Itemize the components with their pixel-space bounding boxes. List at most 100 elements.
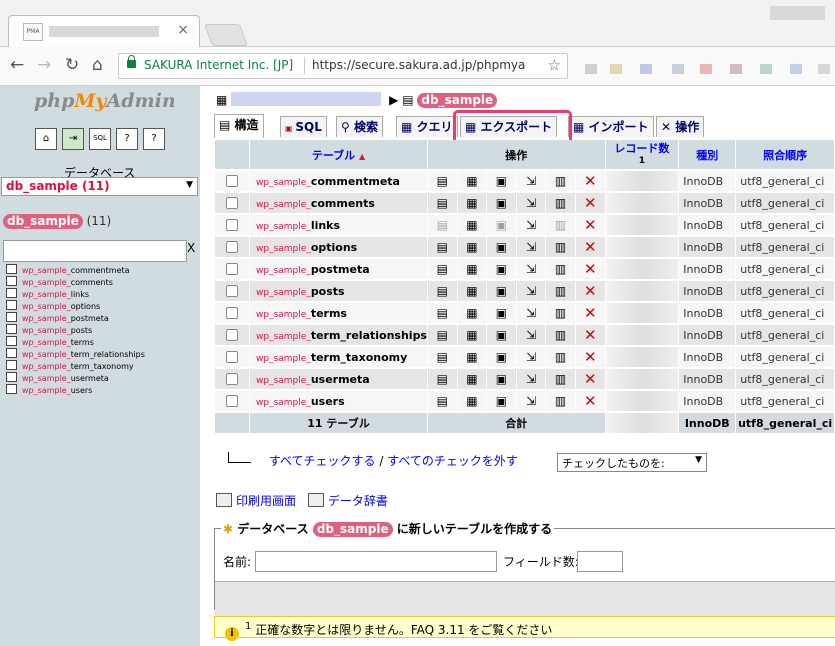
insert-action[interactable]: ⇲: [516, 281, 546, 301]
row-checkbox[interactable]: [226, 285, 238, 297]
structure-action[interactable]: ▦: [457, 259, 487, 279]
drop-action[interactable]: ✕: [575, 325, 605, 345]
breadcrumb-database[interactable]: db_sample: [417, 93, 498, 108]
tab-search[interactable]: ⚲ 検索: [336, 116, 383, 137]
documentation-icon[interactable]: ?: [143, 128, 165, 150]
browse-action[interactable]: ▤: [427, 215, 457, 235]
empty-action[interactable]: ▥: [546, 303, 575, 323]
table-name-cell[interactable]: wp_sample_postmeta: [250, 259, 427, 279]
reload-icon[interactable]: ↻: [65, 55, 79, 75]
drop-action[interactable]: ✕: [575, 391, 605, 411]
insert-action[interactable]: ⇲: [516, 325, 546, 345]
bookmark-star-icon[interactable]: ☆: [548, 56, 561, 74]
clear-filter-button[interactable]: X: [187, 241, 195, 255]
table-name-cell[interactable]: wp_sample_term_relationships: [250, 325, 427, 345]
url-text[interactable]: https://secure.sakura.ad.jp/phpmya: [312, 58, 534, 72]
with-selected-select[interactable]: チェックしたものを: ▼: [557, 453, 707, 472]
extension-icon[interactable]: [672, 64, 684, 74]
insert-action[interactable]: ⇲: [516, 215, 546, 235]
sidebar-table-item[interactable]: wp_sample_term_relationships: [6, 348, 145, 360]
structure-action[interactable]: ▦: [457, 237, 487, 257]
drop-action[interactable]: ✕: [575, 303, 605, 323]
row-checkbox[interactable]: [226, 373, 238, 385]
help-icon[interactable]: ?: [116, 128, 138, 150]
collation-column-header[interactable]: 照合順序: [736, 140, 834, 169]
search-action[interactable]: ▣: [487, 369, 516, 389]
extension-icon[interactable]: [640, 64, 652, 74]
sidebar-table-item[interactable]: wp_sample_terms: [6, 336, 145, 348]
forward-icon[interactable]: →: [37, 55, 51, 75]
tab-query[interactable]: ▦ クエリ: [396, 116, 458, 137]
browse-action[interactable]: ▤: [427, 391, 457, 411]
address-bar[interactable]: SAKURA Internet Inc. [JP] https://secure…: [118, 53, 568, 79]
table-name-cell[interactable]: wp_sample_terms: [250, 303, 427, 323]
table-name-cell[interactable]: wp_sample_comments: [250, 193, 427, 213]
records-column-header[interactable]: レコード数 1: [605, 140, 679, 169]
drop-action[interactable]: ✕: [575, 237, 605, 257]
table-name-cell[interactable]: wp_sample_links: [250, 215, 427, 235]
back-icon[interactable]: ←: [10, 55, 24, 75]
empty-action[interactable]: ▥: [546, 369, 575, 389]
structure-action[interactable]: ▦: [457, 171, 487, 191]
structure-action[interactable]: ▦: [457, 303, 487, 323]
sql-query-icon[interactable]: SQL: [89, 128, 111, 150]
search-action[interactable]: ▣: [487, 193, 516, 213]
database-select[interactable]: db_sample (11) ▼: [1, 177, 198, 196]
browse-action[interactable]: ▤: [427, 237, 457, 257]
insert-action[interactable]: ⇲: [516, 259, 546, 279]
structure-action[interactable]: ▦: [457, 347, 487, 367]
phpmyadmin-logo[interactable]: phpMyAdmin: [34, 90, 176, 112]
structure-action[interactable]: ▦: [457, 193, 487, 213]
structure-action[interactable]: ▦: [457, 369, 487, 389]
insert-action[interactable]: ⇲: [516, 193, 546, 213]
browse-action[interactable]: ▤: [427, 325, 457, 345]
table-column-header[interactable]: テーブル ▲: [250, 140, 427, 169]
empty-action[interactable]: ▥: [546, 391, 575, 411]
structure-action[interactable]: ▦: [457, 281, 487, 301]
extension-icon[interactable]: [760, 64, 772, 74]
field-count-input[interactable]: [577, 551, 623, 572]
drop-action[interactable]: ✕: [575, 281, 605, 301]
search-action[interactable]: ▣: [487, 391, 516, 411]
logout-icon[interactable]: ⇥: [62, 128, 84, 150]
row-checkbox[interactable]: [226, 307, 238, 319]
drop-action[interactable]: ✕: [575, 369, 605, 389]
row-checkbox[interactable]: [226, 395, 238, 407]
extension-icon[interactable]: [610, 64, 622, 74]
empty-action[interactable]: ▥: [546, 259, 575, 279]
extension-icon[interactable]: [818, 64, 830, 74]
browse-action[interactable]: ▤: [427, 171, 457, 191]
browser-tab[interactable]: PMA ×: [8, 15, 200, 47]
row-checkbox[interactable]: [226, 329, 238, 341]
table-name-cell[interactable]: wp_sample_usermeta: [250, 369, 427, 389]
new-tab-button[interactable]: [203, 24, 249, 46]
type-column-header[interactable]: 種別: [679, 140, 736, 169]
insert-action[interactable]: ⇲: [516, 171, 546, 191]
search-action[interactable]: ▣: [487, 171, 516, 191]
table-name-input[interactable]: [255, 551, 497, 572]
table-name-cell[interactable]: wp_sample_users: [250, 391, 427, 411]
home-icon[interactable]: ⌂: [92, 55, 103, 75]
empty-action[interactable]: ▥: [546, 215, 575, 235]
drop-action[interactable]: ✕: [575, 193, 605, 213]
structure-action[interactable]: ▦: [457, 391, 487, 411]
table-name-cell[interactable]: wp_sample_posts: [250, 281, 427, 301]
table-name-cell[interactable]: wp_sample_commentmeta: [250, 171, 427, 191]
empty-action[interactable]: ▥: [546, 325, 575, 345]
browse-action[interactable]: ▤: [427, 259, 457, 279]
extension-icon[interactable]: [730, 64, 742, 74]
drop-action[interactable]: ✕: [575, 171, 605, 191]
drop-action[interactable]: ✕: [575, 259, 605, 279]
search-action[interactable]: ▣: [487, 347, 516, 367]
empty-action[interactable]: ▥: [546, 281, 575, 301]
insert-action[interactable]: ⇲: [516, 237, 546, 257]
tab-sql[interactable]: ▣ SQL: [280, 116, 327, 137]
row-checkbox[interactable]: [226, 219, 238, 231]
uncheck-all-link[interactable]: すべてのチェックを外す: [387, 454, 518, 468]
home-icon[interactable]: ⌂: [35, 128, 57, 150]
current-database[interactable]: db_sample (11): [3, 214, 111, 229]
insert-action[interactable]: ⇲: [516, 391, 546, 411]
sidebar-table-item[interactable]: wp_sample_options: [6, 300, 145, 312]
close-tab-icon[interactable]: ×: [177, 22, 189, 38]
certificate-label[interactable]: SAKURA Internet Inc. [JP]: [144, 58, 293, 72]
